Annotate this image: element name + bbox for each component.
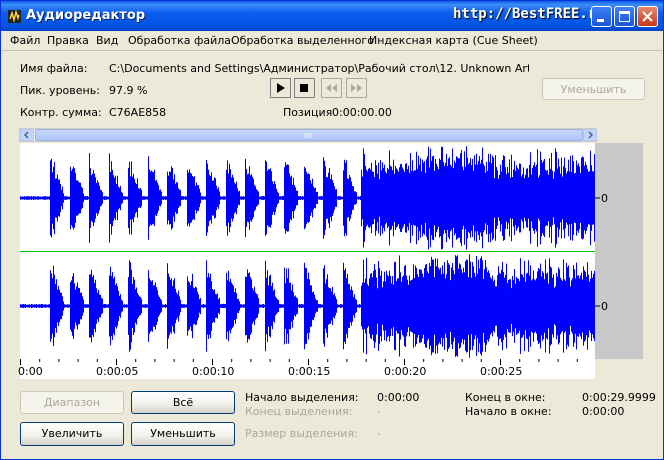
waveform-channel-2: [20, 254, 595, 358]
ruler-tick-label: 0:00:15: [288, 365, 331, 378]
maximize-icon: [619, 11, 630, 22]
minimize-icon: [597, 19, 604, 22]
menu-file-processing[interactable]: Обработка файла: [128, 34, 231, 47]
channel-2-zero-label: 0: [601, 300, 608, 313]
checksum-value: C76AE858: [109, 106, 167, 119]
close-button[interactable]: [637, 6, 658, 27]
fast-forward-icon: [351, 84, 362, 92]
menu-view[interactable]: Вид: [96, 34, 118, 47]
selection-end-label: Конец выделения:: [245, 405, 353, 418]
selection-end-value: -: [377, 405, 381, 418]
play-button[interactable]: [270, 78, 291, 98]
scroll-right-button[interactable]: [583, 129, 597, 141]
time-ruler: 0:00 0:00:05 0:00:10 0:00:15 0:00:20 0:0…: [18, 359, 595, 379]
all-button[interactable]: Всё: [131, 391, 235, 414]
selection-size-value: -: [377, 427, 381, 440]
window-end-value: 0:00:29.9999: [582, 391, 656, 404]
top-zoom-out-button[interactable]: Уменьшить: [542, 78, 645, 100]
minimize-button[interactable]: [591, 6, 612, 27]
menu-selection-processing[interactable]: Обработка выделенного: [231, 34, 374, 47]
grip-icon: [304, 133, 312, 138]
stop-button[interactable]: [294, 78, 315, 98]
fast-forward-button[interactable]: [346, 78, 367, 98]
menu-file[interactable]: Файл: [10, 34, 40, 47]
scroll-left-button[interactable]: [20, 129, 34, 141]
play-icon: [277, 83, 285, 93]
horizontal-scrollbar[interactable]: [19, 128, 597, 142]
position-label: Позиция: [283, 106, 333, 119]
ruler-tick-label: 0:00:20: [384, 365, 427, 378]
ruler-tick-label: 0:00:05: [96, 365, 139, 378]
channel-level-panel: [595, 143, 643, 359]
chevron-right-icon: [588, 131, 594, 139]
filename-label: Имя файла:: [20, 62, 88, 75]
waveform-channel-1: [20, 146, 595, 250]
checksum-label: Контр. сумма:: [20, 106, 102, 119]
rewind-button[interactable]: [321, 78, 342, 98]
window-title: Аудиоредактор: [26, 8, 146, 23]
zoom-out-button[interactable]: Уменьшить: [131, 422, 235, 446]
peak-level-label: Пик. уровень:: [20, 84, 100, 97]
maximize-button[interactable]: [614, 6, 635, 27]
close-icon: [642, 11, 653, 22]
window-start-label: Начало в окне:: [465, 405, 552, 418]
range-button[interactable]: Диапазон: [20, 391, 124, 414]
waveform-canvas[interactable]: [20, 143, 595, 359]
window-start-value: 0:00:00: [582, 405, 625, 418]
audio-editor-window: Аудиоредактор http://BestFREE.ru Файл Пр…: [0, 0, 664, 460]
selection-size-label: Размер выделения:: [245, 427, 358, 440]
ruler-tick-label: 0:00:10: [192, 365, 235, 378]
ruler-tick-label: 0:00: [18, 365, 43, 378]
channel-1-zero-label: 0: [601, 192, 608, 205]
rewind-icon: [326, 84, 337, 92]
menu-cue-sheet[interactable]: Индексная карта (Cue Sheet): [369, 34, 538, 47]
waveform-view[interactable]: [20, 143, 595, 359]
watermark: http://BestFREE.ru: [453, 6, 605, 22]
chevron-left-icon: [23, 131, 29, 139]
menu-bar: Файл Правка Вид Обработка файла Обработк…: [2, 31, 662, 51]
menu-edit[interactable]: Правка: [47, 34, 89, 47]
selection-start-value: 0:00:00: [377, 391, 420, 404]
stop-icon: [300, 84, 308, 92]
ruler-tick-label: 0:00:25: [480, 365, 523, 378]
zoom-in-button[interactable]: Увеличить: [20, 422, 124, 446]
position-value: 0:00:00.00: [332, 106, 392, 119]
peak-level-value: 97.9 %: [109, 84, 148, 97]
title-bar[interactable]: Аудиоредактор http://BestFREE.ru: [1, 1, 663, 31]
window-end-label: Конец в окне:: [465, 391, 546, 404]
scroll-thumb[interactable]: [35, 129, 583, 141]
filename-value: C:\Documents and Settings\Администратор\…: [109, 62, 529, 75]
app-icon: [8, 9, 21, 23]
selection-start-label: Начало выделения:: [245, 391, 359, 404]
